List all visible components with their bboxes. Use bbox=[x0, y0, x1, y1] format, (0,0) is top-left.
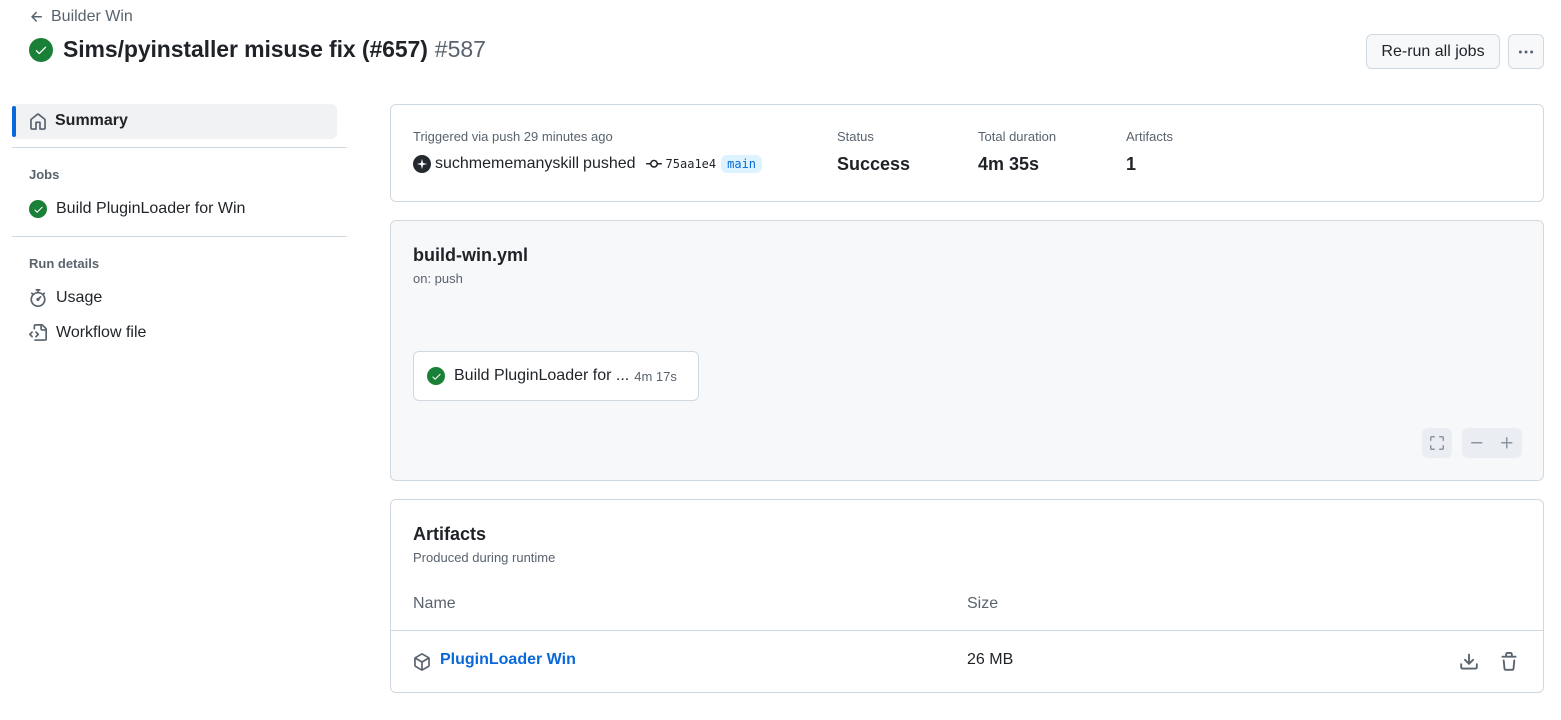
job-node-duration: 4m 17s bbox=[634, 368, 677, 384]
kebab-horizontal-icon bbox=[1518, 50, 1534, 53]
artifacts-label: Artifacts bbox=[1126, 129, 1173, 144]
artifact-size: 26 MB bbox=[967, 651, 1014, 668]
workflow-graph-card: build-win.yml on: push Build PluginLoade… bbox=[390, 220, 1544, 481]
status-value: Success bbox=[837, 154, 911, 174]
avatar[interactable] bbox=[413, 155, 431, 173]
trigger-info: Triggered via push 29 minutes ago suchme… bbox=[413, 129, 763, 173]
artifacts-card: Artifacts Produced during runtime Name S… bbox=[390, 499, 1544, 693]
workflow-file-title: build-win.yml bbox=[413, 245, 528, 265]
push-verb: pushed bbox=[583, 155, 636, 172]
branch-tag[interactable]: main bbox=[721, 155, 763, 173]
job-node[interactable]: Build PluginLoader for ... 4m 17s bbox=[413, 351, 699, 401]
user-link[interactable]: suchmememanyskill bbox=[435, 155, 579, 173]
sidebar-item-label: Usage bbox=[56, 289, 103, 306]
zoom-in-icon[interactable] bbox=[1499, 435, 1515, 451]
sidebar-divider bbox=[12, 236, 347, 237]
artifact-link[interactable]: PluginLoader Win bbox=[440, 651, 576, 669]
artifacts-count-info: Artifacts 1 bbox=[1126, 129, 1173, 175]
rerun-all-jobs-button[interactable]: Re-run all jobs bbox=[1366, 34, 1500, 69]
column-header-size: Size bbox=[967, 595, 999, 612]
run-number: #587 bbox=[434, 36, 486, 62]
run-details-heading: Run details bbox=[29, 256, 100, 271]
home-icon bbox=[30, 113, 46, 130]
download-icon[interactable] bbox=[1459, 652, 1479, 672]
sidebar-item-summary[interactable]: Summary bbox=[12, 104, 337, 139]
column-header-name: Name bbox=[413, 595, 456, 612]
success-check-icon bbox=[427, 367, 445, 385]
arrow-left-icon bbox=[31, 11, 42, 22]
status-label: Status bbox=[837, 129, 874, 144]
duration-info: Total duration 4m 35s bbox=[978, 129, 1056, 175]
screen-full-icon bbox=[1430, 436, 1444, 450]
sidebar-item-workflow-file[interactable]: Workflow file bbox=[29, 324, 146, 342]
run-info-card: Triggered via push 29 minutes ago suchme… bbox=[390, 104, 1544, 202]
success-check-icon bbox=[29, 37, 53, 62]
commit-sha-link[interactable]: 75aa1e4 bbox=[666, 157, 717, 171]
sidebar-divider bbox=[12, 147, 347, 148]
push-row: suchmememanyskill pushed 75aa1e4 main bbox=[413, 155, 763, 173]
artifacts-count: 1 bbox=[1126, 154, 1137, 174]
stopwatch-icon bbox=[30, 289, 46, 307]
success-check-icon bbox=[29, 200, 47, 218]
status-info: Status Success bbox=[837, 129, 910, 175]
back-link-label[interactable]: Builder Win bbox=[51, 8, 133, 26]
git-commit-icon bbox=[645, 159, 662, 168]
zoom-controls bbox=[1462, 428, 1522, 458]
table-row: PluginLoader Win 26 MB bbox=[391, 631, 1543, 693]
sidebar-item-usage[interactable]: Usage bbox=[29, 289, 102, 307]
trigger-text: Triggered via push 29 minutes ago bbox=[413, 129, 613, 144]
duration-value: 4m 35s bbox=[978, 154, 1040, 174]
job-node-name: Build PluginLoader for ... bbox=[454, 367, 630, 384]
sidebar-item-label: Summary bbox=[55, 112, 128, 129]
sidebar-item-label: Workflow file bbox=[56, 324, 147, 341]
page-title-row: Sims/pyinstaller misuse fix (#657) #587 bbox=[29, 36, 486, 63]
file-code-icon bbox=[29, 324, 47, 341]
more-options-button[interactable] bbox=[1508, 34, 1544, 69]
active-indicator bbox=[12, 106, 16, 137]
sidebar-item-label: Build PluginLoader for Win bbox=[56, 200, 246, 217]
zoom-out-icon[interactable] bbox=[1469, 435, 1485, 451]
jobs-heading: Jobs bbox=[29, 167, 60, 182]
fullscreen-button[interactable] bbox=[1422, 428, 1452, 458]
workflow-trigger: on: push bbox=[413, 271, 463, 286]
trash-icon[interactable] bbox=[1499, 652, 1519, 672]
page-title: Sims/pyinstaller misuse fix (#657) bbox=[63, 36, 428, 62]
artifacts-title: Artifacts bbox=[413, 524, 487, 544]
duration-label: Total duration bbox=[978, 129, 1057, 144]
back-link[interactable]: Builder Win bbox=[29, 8, 133, 26]
sidebar-item-job[interactable]: Build PluginLoader for Win bbox=[29, 200, 245, 218]
artifacts-subtitle: Produced during runtime bbox=[413, 550, 556, 565]
package-icon bbox=[414, 653, 430, 671]
